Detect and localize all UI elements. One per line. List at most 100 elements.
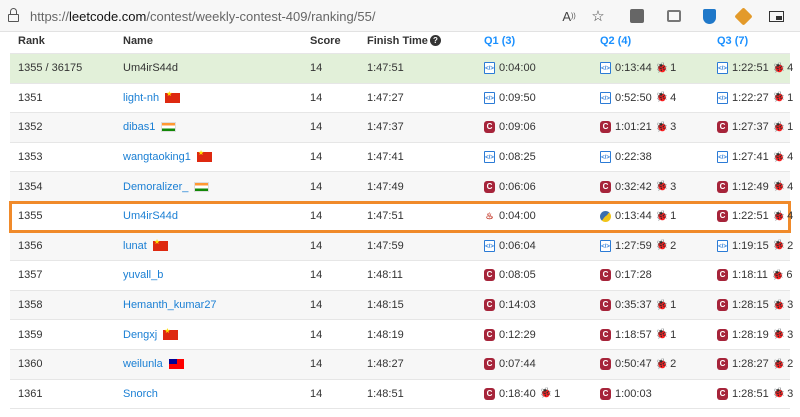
q1-header[interactable]: Q1 (3) [484,35,515,47]
q1-submission[interactable]: C 0:12:29 [484,320,536,349]
q2-submission[interactable]: C 1:18:57 🐞 1 [600,320,676,349]
q1-submission[interactable]: C 0:14:03 [484,291,536,320]
submission-time: 0:32:42 [615,180,652,193]
user-name-link[interactable]: lunat [123,232,168,261]
user-name[interactable]: Hemanth_kumar27 [123,299,217,311]
q3-submission[interactable]: C 1:27:37 🐞 1 [717,113,793,142]
q1-submission[interactable]: C 0:08:05 [484,261,536,290]
q2-submission[interactable]: </> 0:13:44 🐞 1 [600,54,676,83]
q1-submission[interactable]: </> 0:09:50 [484,84,536,113]
q3-submission[interactable]: C 1:22:51 🐞 4 [717,202,793,231]
q1-submission[interactable]: C 0:18:40 🐞 1 [484,380,560,409]
user-name[interactable]: light-nh [123,92,159,104]
table-row: 1353 wangtaoking1 14 1:47:41 </> 0:08:25 </> 0:… [10,143,793,173]
submission-time: 0:13:44 [615,62,652,75]
user-name-link[interactable]: Hemanth_kumar27 [123,291,217,320]
user-name-link[interactable]: Demoralizer_ [123,172,210,201]
cpp-icon: C [717,387,728,400]
q2-submission[interactable]: 0:13:44 🐞 1 [600,202,676,231]
q1-submission[interactable]: </> 0:06:04 [484,232,536,261]
q1-submission[interactable]: </> 0:04:00 [484,54,536,83]
cpp-icon: C [717,328,728,341]
q1-submission[interactable]: C 0:09:06 [484,113,536,142]
q3-submission[interactable]: C 1:28:15 🐞 3 [717,291,793,320]
user-name[interactable]: Um4irS44d [123,210,178,222]
q2-submission[interactable]: C 0:35:37 🐞 1 [600,291,676,320]
wrong-attempts-count: 2 [787,239,794,252]
q3-submission[interactable]: C 1:18:11 🐞 6 [717,261,792,290]
q3-submission[interactable]: </> 1:19:15 🐞 2 [717,232,793,261]
q1-submission[interactable]: ♨ 0:04:00 [484,202,535,231]
url-path: /contest/weekly-contest-409/ranking/55/ [146,9,376,24]
user-name-link[interactable]: yuvall_b [123,261,163,290]
submission-time: 1:27:41 [732,151,769,164]
table-row: 1356lunat141:47:59</>0:06:04</>1:27:59🐞2… [10,231,793,262]
user-name[interactable]: wangtaoking1 [123,151,191,163]
q3-submission[interactable]: C 1:28:51 🐞 3 [717,380,793,409]
table-row: 1359Dengxj141:48:19C0:12:29C1:18:57🐞1C1:… [10,320,793,350]
shield-extension-icon[interactable] [700,7,718,25]
user-name-link[interactable]: weilunla [123,350,184,379]
q2-submission[interactable]: </> 0:52:50 🐞 4 [600,84,676,113]
user-name-link[interactable]: Snorch [123,380,158,409]
q2-submission[interactable]: </> 1:27:59 🐞 2 [600,232,676,261]
country-flag-icon [161,122,177,133]
user-name-link[interactable]: Um4irS44d [123,54,178,83]
lock-icon[interactable] [8,8,19,22]
cpp-icon: C [717,299,728,312]
extension-icon[interactable] [628,7,646,25]
user-name[interactable]: weilunla [123,358,163,370]
q3-submission[interactable]: </> 1:27:41 🐞 4 [717,143,793,172]
extension-icon[interactable] [733,6,753,26]
submission-time: 0:12:29 [499,328,536,341]
user-name[interactable]: Snorch [123,388,158,400]
submission-time: 0:08:05 [499,269,536,282]
q3-submission[interactable]: C 1:28:19 🐞 3 [717,320,793,349]
q1-submission[interactable]: C 0:07:44 [484,350,536,379]
user-name[interactable]: Um4irS44d [123,62,178,74]
q2-submission[interactable]: C 1:01:21 🐞 3 [600,113,676,142]
user-name-link[interactable]: dibas1 [123,113,177,142]
q3-submission[interactable]: </> 1:22:27 🐞 1 [717,84,793,113]
user-name-link[interactable]: wangtaoking1 [123,143,212,172]
url-field[interactable]: https://leetcode.com/contest/weekly-cont… [30,9,375,24]
split-screen-icon[interactable] [767,7,785,25]
read-aloud-icon[interactable]: A)) [560,7,578,25]
q2-submission[interactable]: </> 0:22:38 [600,143,652,172]
rank-cell: 1355 / 36175 [18,62,83,75]
q2-submission[interactable]: C 1:00:03 [600,380,652,409]
rank-header: Rank [18,35,45,47]
score-cell: 14 [310,299,323,312]
q2-submission[interactable]: C 0:50:47 🐞 2 [600,350,676,379]
q2-submission[interactable]: C 0:32:42 🐞 3 [600,172,676,201]
user-name[interactable]: yuvall_b [123,269,163,281]
finish-time-cell: 1:47:51 [367,210,404,223]
submission-time: 0:09:50 [499,91,536,104]
q1-submission[interactable]: C 0:06:06 [484,172,536,201]
q3-submission[interactable]: </> 1:22:51 🐞 4 [717,54,793,83]
cpp-icon: C [484,269,495,282]
user-name[interactable]: lunat [123,240,147,252]
favorite-star-icon[interactable]: ☆ [589,7,607,25]
finish-time-cell: 1:47:37 [367,121,404,134]
q2-submission[interactable]: C 0:17:28 [600,261,652,290]
user-name[interactable]: Dengxj [123,329,157,341]
help-icon[interactable]: ? [429,35,441,46]
finish-time-header: Finish Time? [367,35,441,47]
q3-submission[interactable]: C 1:12:49 🐞 4 [717,172,793,201]
cpp-icon: C [484,358,495,371]
q3-submission[interactable]: C 1:28:27 🐞 2 [717,350,793,379]
user-name-link[interactable]: Um4irS44d [123,202,178,231]
wrong-attempts-count: 2 [670,358,677,371]
user-name-link[interactable]: light-nh [123,84,181,113]
q3-header[interactable]: Q3 (7) [717,35,748,47]
table-row: 1355 Um4irS44d 14 1:47:51 ♨ 0:04:00 0:13:44 🐞 1 C… [9,200,793,233]
q1-submission[interactable]: </> 0:08:25 [484,143,536,172]
user-name[interactable]: dibas1 [123,121,155,133]
user-name-link[interactable]: Dengxj [123,320,179,349]
extension-icon[interactable] [665,7,683,25]
table-row: 1357 yuvall_b 14 1:48:11 C 0:08:05 C 0:17:28 C 1:… [10,261,792,291]
wrong-attempts-count: 4 [787,62,794,75]
user-name[interactable]: Demoralizer_ [123,181,188,193]
q2-header[interactable]: Q2 (4) [600,35,631,47]
